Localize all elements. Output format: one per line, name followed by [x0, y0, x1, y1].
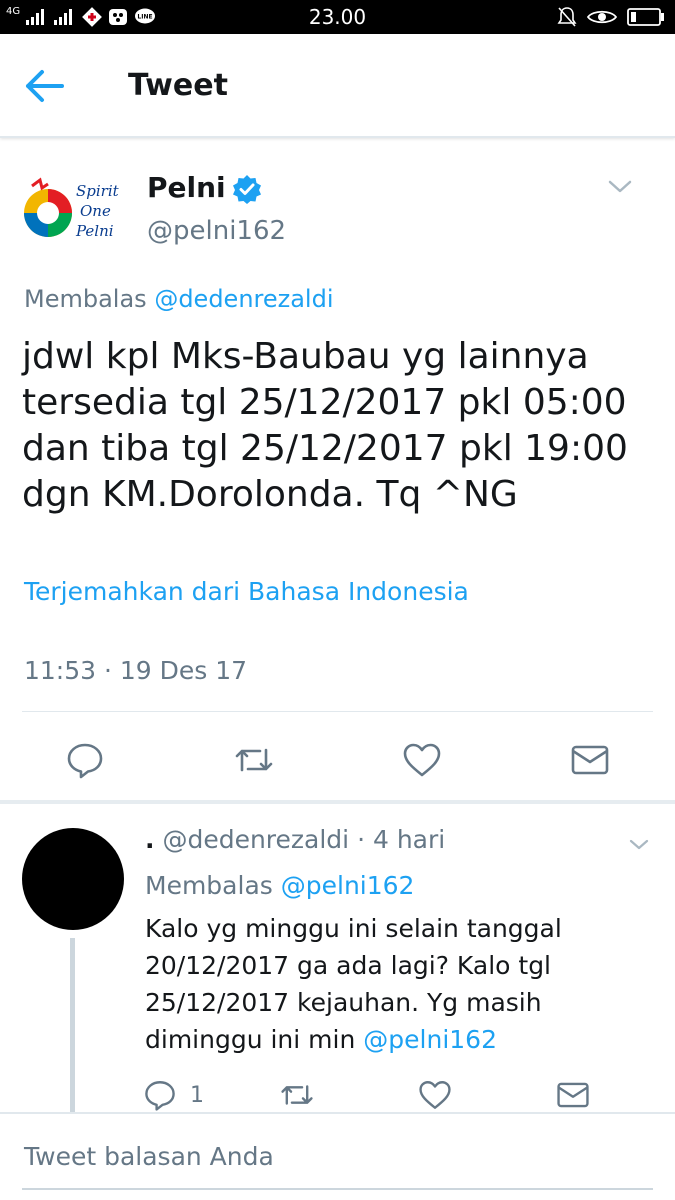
- compose-underline: [22, 1188, 653, 1190]
- replying-to-label: Membalas: [145, 871, 273, 900]
- retweet-icon: [235, 748, 273, 772]
- svg-text:Pelni: Pelni: [75, 222, 114, 240]
- compose-placeholder: Tweet balasan Anda: [24, 1142, 274, 1171]
- chevron-down-icon: [608, 180, 632, 193]
- reply-text: Kalo yg minggu ini selain tanggal 20/12/…: [145, 910, 645, 1058]
- eye-comfort-icon: [587, 10, 617, 24]
- reply-author-handle[interactable]: @dedenrezaldi: [162, 825, 349, 854]
- reply-text-line: Kalo yg minggu ini selain tanggal: [145, 914, 562, 943]
- tweet-text: jdwl kpl Mks-Baubau yg lainnya tersedia …: [22, 334, 662, 518]
- reply-compose-input[interactable]: Tweet balasan Anda: [0, 1114, 675, 1200]
- divider: [22, 711, 653, 712]
- tweet-options-button[interactable]: [604, 174, 636, 198]
- replying-to-label: Membalas: [24, 285, 147, 313]
- author-name[interactable]: Pelni: [147, 170, 226, 206]
- tweet-timestamp: 11:53 · 19 Des 17: [24, 656, 248, 685]
- direct-message-icon: [557, 1082, 589, 1108]
- time-separator: ·: [357, 825, 366, 854]
- reply-inline-mention[interactable]: @pelni162: [363, 1025, 497, 1054]
- direct-message-button[interactable]: [570, 740, 610, 780]
- reply-count: 1: [190, 1083, 204, 1108]
- battery-icon: [627, 8, 664, 26]
- retweet-icon: [281, 1085, 313, 1105]
- section-separator: [0, 800, 675, 804]
- replying-to: Membalas @dedenrezaldi: [24, 283, 334, 315]
- reply-text-last: diminggu ini min: [145, 1025, 356, 1054]
- reply-mention-link[interactable]: @dedenrezaldi: [154, 285, 333, 313]
- reply-text-line: 25/12/2017 kejauhan. Yg masih: [145, 988, 542, 1017]
- svg-text:One: One: [80, 202, 111, 220]
- status-right-icons: [557, 5, 665, 29]
- back-arrow-icon: [26, 70, 64, 102]
- reply-reply-button[interactable]: [143, 1078, 177, 1112]
- verified-badge-icon: [233, 175, 261, 204]
- reply-options-button[interactable]: [626, 834, 652, 854]
- like-button[interactable]: [402, 740, 442, 780]
- thread-line: [70, 938, 75, 1112]
- chevron-down-icon: [629, 839, 649, 850]
- reply-avatar[interactable]: [22, 828, 124, 930]
- translate-link[interactable]: Terjemahkan dari Bahasa Indonesia: [24, 575, 469, 609]
- back-button[interactable]: [22, 68, 66, 104]
- reply-mention-link[interactable]: @pelni162: [281, 871, 415, 900]
- reply-text-line: diminggu ini min @pelni162: [145, 1021, 645, 1058]
- svg-text:Spirit: Spirit: [76, 182, 120, 200]
- reply-retweet-button[interactable]: [280, 1078, 314, 1112]
- tweet-text-line: tersedia tgl 25/12/2017 pkl 05:00: [22, 382, 627, 423]
- reply-replying-to: Membalas @pelni162: [145, 869, 414, 903]
- reply-text-line: 20/12/2017 ga ada lagi? Kalo tgl: [145, 951, 552, 980]
- reply-icon: [145, 1081, 175, 1111]
- reply-direct-message-button[interactable]: [556, 1078, 590, 1112]
- app-header: Tweet: [0, 34, 675, 138]
- reply-author-name[interactable]: .: [145, 825, 155, 854]
- retweet-button[interactable]: [234, 740, 274, 780]
- silent-bell-icon: [557, 7, 577, 27]
- status-bar: 4G LINE 23.00: [0, 0, 675, 34]
- tweet-text-line: jdwl kpl Mks-Baubau yg lainnya: [22, 336, 589, 377]
- page-title: Tweet: [128, 68, 228, 103]
- like-icon: [419, 1081, 451, 1109]
- reply-button[interactable]: [65, 740, 105, 780]
- tweet-text-line: dgn KM.Dorolonda. Tq ^NG: [22, 474, 518, 515]
- avatar[interactable]: Spirit One Pelni: [18, 168, 124, 248]
- author-handle[interactable]: @pelni162: [147, 214, 286, 248]
- direct-message-icon: [571, 745, 609, 775]
- like-icon: [403, 743, 441, 777]
- tweet-text-line: dan tiba tgl 25/12/2017 pkl 19:00: [22, 428, 628, 469]
- reply-header: . @dedenrezaldi · 4 hari: [145, 823, 445, 857]
- reply-like-button[interactable]: [418, 1078, 452, 1112]
- reply-time: 4 hari: [372, 825, 446, 854]
- pelni-logo-icon: Spirit One Pelni: [24, 177, 120, 240]
- reply-icon: [67, 743, 103, 779]
